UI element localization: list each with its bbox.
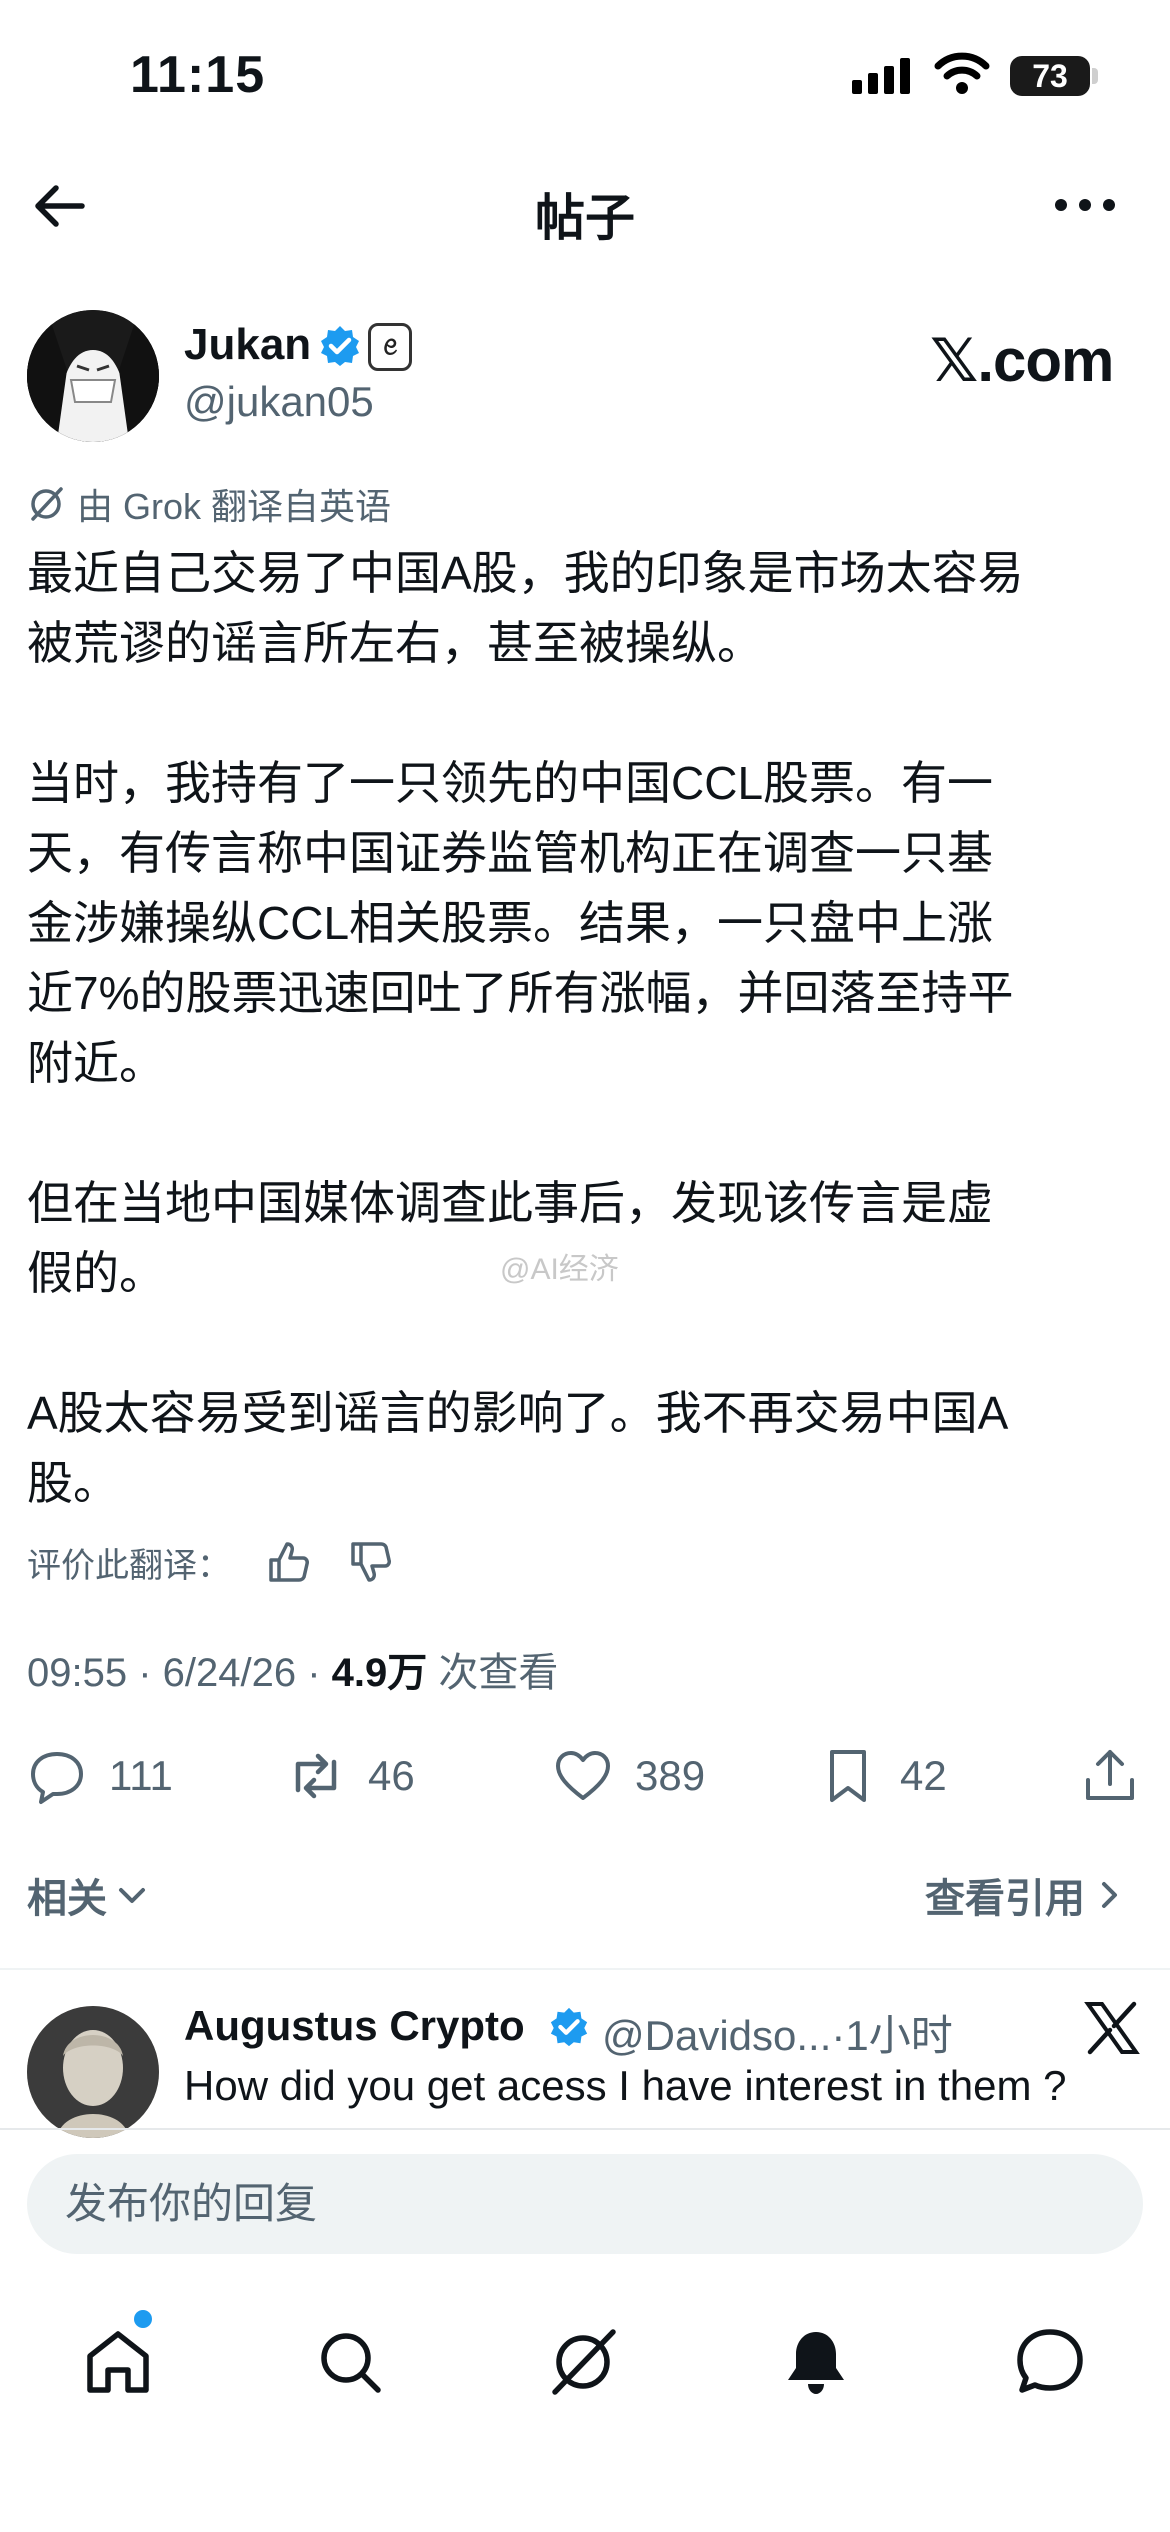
reply-icon — [31, 1752, 83, 1804]
like-count: 389 — [635, 1752, 706, 1799]
reply-button[interactable]: 111 — [27, 1740, 173, 1812]
thumbs-up-icon[interactable] — [265, 1538, 313, 1586]
repost-icon — [295, 1753, 337, 1799]
home-icon — [87, 2331, 149, 2393]
view-count: 4.9万 — [331, 1651, 428, 1695]
notification-dot — [134, 2310, 152, 2328]
bookmark-button[interactable]: 42 — [818, 1740, 947, 1812]
views-label: 次查看 — [438, 1651, 559, 1695]
reply-text: How did you get acess I have interest in… — [184, 2062, 1067, 2109]
share-button[interactable] — [1080, 1740, 1140, 1812]
post-meta: 09:55 · 6/24/26 · 4.9万 次查看 — [27, 1651, 559, 1695]
grok-translation-label: 由 Grok 翻译自英语 — [27, 480, 391, 528]
tab-messages[interactable] — [1010, 2322, 1090, 2402]
reply-time: ·1小时 — [831, 2012, 953, 2059]
view-quotes-link[interactable]: 查看引用 — [925, 1866, 1121, 1924]
wifi-icon — [934, 52, 990, 94]
rate-translation-row: 评价此翻译： — [27, 1534, 395, 1590]
grok-icon — [31, 487, 63, 521]
author-name[interactable]: Jukan — [184, 320, 311, 370]
search-icon — [321, 2333, 381, 2393]
cellular-signal-icon — [852, 58, 910, 94]
divider — [0, 1968, 1170, 1970]
more-options-icon[interactable] — [1050, 180, 1120, 230]
bookmark-icon — [830, 1750, 866, 1802]
watermark: @AI经济 — [500, 1253, 619, 1286]
reply-count: 111 — [109, 1752, 173, 1799]
battery-tip — [1092, 68, 1098, 84]
reply-author-name[interactable]: Augustus Crypto — [184, 2002, 525, 2050]
related-dropdown[interactable]: 相关 — [27, 1866, 149, 1924]
repost-count: 46 — [368, 1752, 415, 1799]
chat-bubble-icon — [1017, 2329, 1083, 2393]
author-avatar[interactable] — [27, 310, 159, 442]
x-logo-icon — [1084, 2001, 1140, 2055]
affiliate-badge-icon: ꫀ — [368, 323, 412, 371]
status-time: 11:15 — [130, 46, 266, 104]
grok-icon — [552, 2329, 616, 2395]
chevron-right-icon — [1102, 1882, 1117, 1908]
bell-icon — [788, 2332, 844, 2394]
chevron-down-icon — [119, 1888, 145, 1903]
share-icon — [1086, 1750, 1134, 1800]
heart-icon — [556, 1751, 610, 1800]
thumbs-down-icon[interactable] — [347, 1538, 395, 1586]
tab-home[interactable] — [78, 2322, 158, 2402]
verified-badge-icon — [321, 326, 359, 366]
tab-notifications[interactable] — [776, 2322, 856, 2402]
bookmark-count: 42 — [900, 1752, 947, 1799]
reply-avatar[interactable] — [27, 2006, 159, 2138]
post-date: 6/24/26 — [162, 1651, 297, 1695]
reply-input[interactable]: 发布你的回复 — [27, 2154, 1143, 2254]
battery-level: 73 — [1032, 58, 1068, 94]
divider — [0, 2128, 1170, 2130]
related-label: 相关 — [27, 1877, 107, 1921]
author-handle[interactable]: @jukan05 — [184, 378, 374, 426]
post-text: 最近自己交易了中国A股，我的印象是市场太容易 被荒谬的谣言所左右，甚至被操纵。 … — [27, 547, 1024, 1509]
reply-handle[interactable]: @Davidso... — [602, 2012, 831, 2059]
post-time: 09:55 — [27, 1651, 128, 1695]
verified-badge-icon — [550, 2007, 588, 2047]
tab-search[interactable] — [310, 2322, 390, 2402]
repost-button[interactable]: 46 — [286, 1740, 415, 1812]
translation-text: 由 Grok 翻译自英语 — [77, 486, 392, 527]
x-com-logo: 𝕏.com — [930, 327, 1114, 394]
view-quotes-label: 查看引用 — [925, 1877, 1085, 1921]
page-title: 帖子 — [535, 190, 635, 246]
like-button[interactable]: 389 — [553, 1740, 705, 1812]
tab-grok[interactable] — [543, 2322, 623, 2402]
reply-handle-time: @Davidso...·1小时 — [602, 2002, 953, 2063]
rate-translation-label: 评价此翻译： — [27, 1546, 231, 1585]
